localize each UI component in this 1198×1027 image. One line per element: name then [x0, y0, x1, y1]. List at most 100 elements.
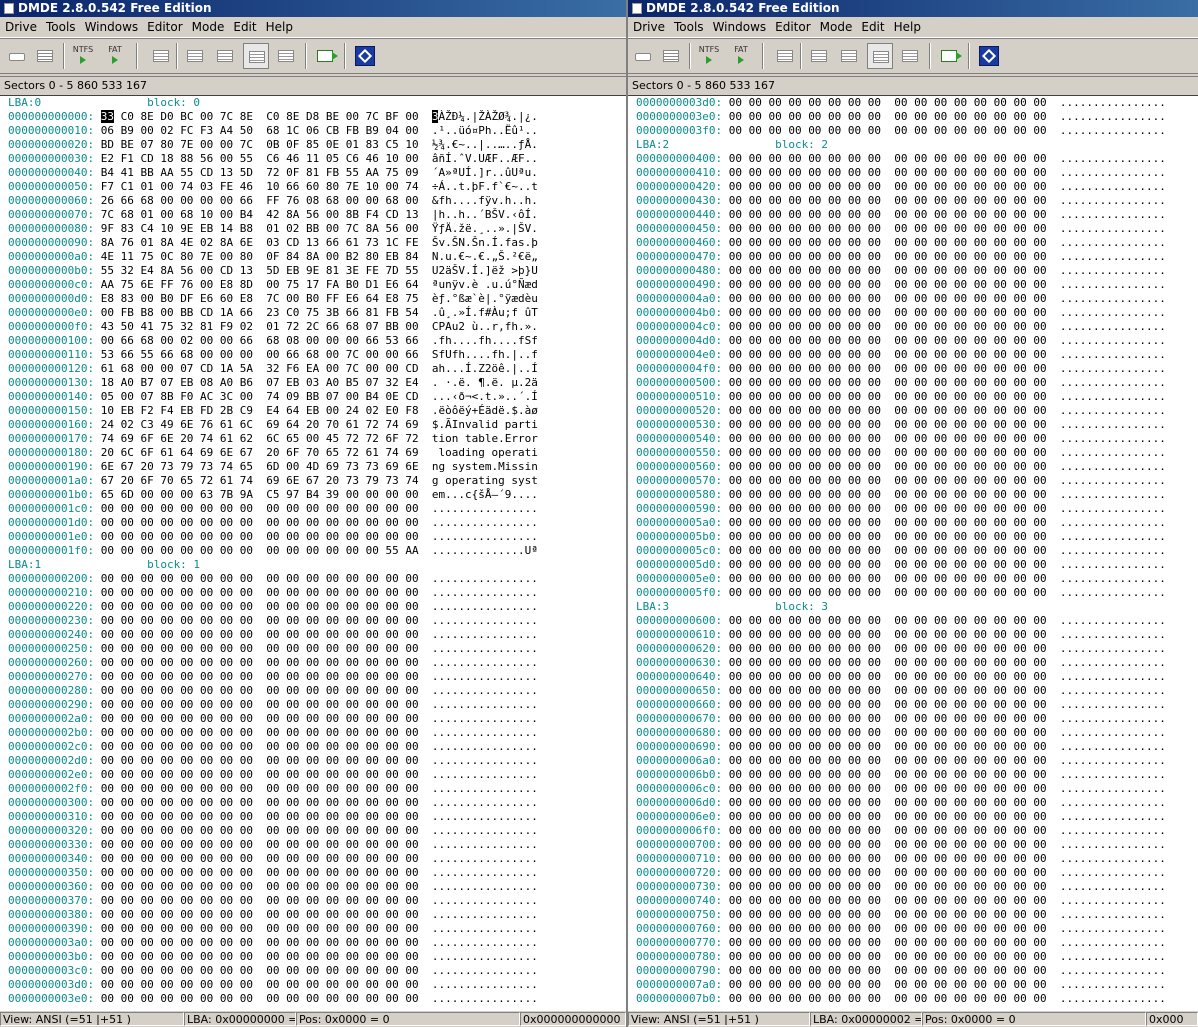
hex-editor-pane[interactable]: LBA:0 block: 0 000000000000: 33 C0 8E D0 …	[0, 95, 626, 1011]
hex-row[interactable]: 0000000004e0: 00 00 00 00 00 00 00 00 00…	[636, 348, 1166, 362]
hex-row[interactable]: 000000000650: 00 00 00 00 00 00 00 00 00…	[636, 684, 1166, 698]
hex-row[interactable]: 0000000002e0: 00 00 00 00 00 00 00 00 00…	[8, 768, 538, 782]
hex-editor-pane[interactable]: 0000000003d0: 00 00 00 00 00 00 00 00 00…	[628, 95, 1198, 1011]
hex-row[interactable]: 0000000003c0: 00 00 00 00 00 00 00 00 00…	[8, 964, 538, 978]
hex-row[interactable]: 000000000400: 00 00 00 00 00 00 00 00 00…	[636, 152, 1166, 166]
hex-row[interactable]: 0000000003a0: 00 00 00 00 00 00 00 00 00…	[8, 936, 538, 950]
hex-row[interactable]: 000000000110: 53 66 55 66 68 00 00 00 00…	[8, 348, 538, 362]
hex-row[interactable]: 0000000007b0: 00 00 00 00 00 00 00 00 00…	[636, 992, 1166, 1006]
hex-row[interactable]: 000000000410: 00 00 00 00 00 00 00 00 00…	[636, 166, 1166, 180]
view-mode-2-button[interactable]	[212, 43, 238, 69]
hex-row[interactable]: 000000000000: 33 C0 8E D0 BC 00 7C 8E C0…	[8, 110, 538, 124]
hex-row[interactable]: 000000000310: 00 00 00 00 00 00 00 00 00…	[8, 810, 538, 824]
view-mode-4-button[interactable]	[897, 43, 923, 69]
title-bar[interactable]: DMDE 2.8.0.542 Free Edition	[0, 0, 626, 17]
sector-header[interactable]: LBA:2 block: 2	[636, 138, 1166, 152]
hex-view-button[interactable]	[243, 43, 269, 69]
hex-row[interactable]: 000000000570: 00 00 00 00 00 00 00 00 00…	[636, 474, 1166, 488]
hex-row[interactable]: 000000000550: 00 00 00 00 00 00 00 00 00…	[636, 446, 1166, 460]
hex-row[interactable]: 000000000750: 00 00 00 00 00 00 00 00 00…	[636, 908, 1166, 922]
view-mode-1-button[interactable]	[182, 43, 208, 69]
hex-row[interactable]: 0000000003d0: 00 00 00 00 00 00 00 00 00…	[8, 978, 538, 992]
hex-row[interactable]: 0000000000a0: 4E 11 75 0C 80 7E 00 80 0F…	[8, 250, 538, 264]
menu-editor[interactable]: Editor	[143, 17, 187, 37]
menu-edit[interactable]: Edit	[857, 17, 888, 37]
hex-row[interactable]: 0000000006a0: 00 00 00 00 00 00 00 00 00…	[636, 754, 1166, 768]
hex-row[interactable]: 000000000470: 00 00 00 00 00 00 00 00 00…	[636, 250, 1166, 264]
hex-row[interactable]: 0000000003e0: 00 00 00 00 00 00 00 00 00…	[636, 110, 1166, 124]
hex-row[interactable]: 0000000002d0: 00 00 00 00 00 00 00 00 00…	[8, 754, 538, 768]
hex-row[interactable]: 000000000220: 00 00 00 00 00 00 00 00 00…	[8, 600, 538, 614]
hex-row[interactable]: 000000000270: 00 00 00 00 00 00 00 00 00…	[8, 670, 538, 684]
hex-row[interactable]: 0000000006c0: 00 00 00 00 00 00 00 00 00…	[636, 782, 1166, 796]
hex-row[interactable]: 0000000001e0: 00 00 00 00 00 00 00 00 00…	[8, 530, 538, 544]
hex-row[interactable]: 0000000000f0: 43 50 41 75 32 81 F9 02 01…	[8, 320, 538, 334]
goto-button[interactable]	[312, 43, 338, 69]
menu-help[interactable]: Help	[890, 17, 925, 37]
hex-row[interactable]: 000000000660: 00 00 00 00 00 00 00 00 00…	[636, 698, 1166, 712]
hex-row[interactable]: 000000000100: 00 66 68 00 02 00 00 66 68…	[8, 334, 538, 348]
hex-row[interactable]: 000000000600: 00 00 00 00 00 00 00 00 00…	[636, 614, 1166, 628]
hex-row[interactable]: 000000000040: B4 41 BB AA 55 CD 13 5D 72…	[8, 166, 538, 180]
about-button[interactable]	[352, 43, 378, 69]
hex-row[interactable]: 000000000740: 00 00 00 00 00 00 00 00 00…	[636, 894, 1166, 908]
hex-row[interactable]: 000000000120: 61 68 00 00 07 CD 1A 5A 32…	[8, 362, 538, 376]
hex-row[interactable]: 000000000450: 00 00 00 00 00 00 00 00 00…	[636, 222, 1166, 236]
hex-row[interactable]: 000000000430: 00 00 00 00 00 00 00 00 00…	[636, 194, 1166, 208]
hex-row[interactable]: 000000000350: 00 00 00 00 00 00 00 00 00…	[8, 866, 538, 880]
hex-row[interactable]: 0000000003e0: 00 00 00 00 00 00 00 00 00…	[8, 992, 538, 1006]
hex-row[interactable]: 000000000200: 00 00 00 00 00 00 00 00 00…	[8, 572, 538, 586]
hex-row[interactable]: 000000000590: 00 00 00 00 00 00 00 00 00…	[636, 502, 1166, 516]
hex-row[interactable]: 000000000560: 00 00 00 00 00 00 00 00 00…	[636, 460, 1166, 474]
hex-row[interactable]: 000000000020: BD BE 07 80 7E 00 00 7C 0B…	[8, 138, 538, 152]
menu-windows[interactable]: Windows	[709, 17, 771, 37]
hex-row[interactable]: 0000000004a0: 00 00 00 00 00 00 00 00 00…	[636, 292, 1166, 306]
hex-row[interactable]: 000000000760: 00 00 00 00 00 00 00 00 00…	[636, 922, 1166, 936]
hex-row[interactable]: 000000000130: 18 A0 B7 07 EB 08 A0 B6 07…	[8, 376, 538, 390]
new-file-button[interactable]	[772, 43, 798, 69]
hex-row[interactable]: 0000000005b0: 00 00 00 00 00 00 00 00 00…	[636, 530, 1166, 544]
hex-row[interactable]: 0000000000d0: E8 83 00 B0 DF E6 60 E8 7C…	[8, 292, 538, 306]
fat-search-button[interactable]: FAT	[100, 43, 130, 69]
hex-row[interactable]: 000000000770: 00 00 00 00 00 00 00 00 00…	[636, 936, 1166, 950]
hex-row[interactable]: 000000000790: 00 00 00 00 00 00 00 00 00…	[636, 964, 1166, 978]
hex-row[interactable]: 0000000004f0: 00 00 00 00 00 00 00 00 00…	[636, 362, 1166, 376]
menu-edit[interactable]: Edit	[229, 17, 260, 37]
hex-row[interactable]: 000000000290: 00 00 00 00 00 00 00 00 00…	[8, 698, 538, 712]
hex-row[interactable]: 000000000280: 00 00 00 00 00 00 00 00 00…	[8, 684, 538, 698]
hex-row[interactable]: 000000000730: 00 00 00 00 00 00 00 00 00…	[636, 880, 1166, 894]
menu-tools[interactable]: Tools	[42, 17, 80, 37]
menu-mode[interactable]: Mode	[188, 17, 229, 37]
new-file-button[interactable]	[148, 43, 174, 69]
hex-row[interactable]: 0000000003f0: 00 00 00 00 00 00 00 00 00…	[636, 124, 1166, 138]
hex-row[interactable]: 000000000520: 00 00 00 00 00 00 00 00 00…	[636, 404, 1166, 418]
hex-row[interactable]: 000000000530: 00 00 00 00 00 00 00 00 00…	[636, 418, 1166, 432]
hex-row[interactable]: 0000000000c0: AA 75 6E FF 76 00 E8 8D 00…	[8, 278, 538, 292]
hex-row[interactable]: 0000000002b0: 00 00 00 00 00 00 00 00 00…	[8, 726, 538, 740]
hex-row[interactable]: 0000000005d0: 00 00 00 00 00 00 00 00 00…	[636, 558, 1166, 572]
hex-row[interactable]: 0000000005f0: 00 00 00 00 00 00 00 00 00…	[636, 586, 1166, 600]
hex-row[interactable]: 000000000070: 7C 68 01 00 68 10 00 B4 42…	[8, 208, 538, 222]
ntfs-search-button[interactable]: NTFS	[694, 43, 724, 69]
hex-view-button[interactable]	[867, 43, 893, 69]
hex-row[interactable]: 000000000500: 00 00 00 00 00 00 00 00 00…	[636, 376, 1166, 390]
hex-row[interactable]: 0000000000e0: 00 FB B8 00 BB CD 1A 66 23…	[8, 306, 538, 320]
open-drive-button[interactable]	[4, 43, 30, 69]
title-bar[interactable]: DMDE 2.8.0.542 Free Edition	[628, 0, 1198, 17]
hex-row[interactable]: 000000000050: F7 C1 01 00 74 03 FE 46 10…	[8, 180, 538, 194]
hex-row[interactable]: 000000000490: 00 00 00 00 00 00 00 00 00…	[636, 278, 1166, 292]
hex-row[interactable]: 000000000010: 06 B9 00 02 FC F3 A4 50 68…	[8, 124, 538, 138]
hex-row[interactable]: 000000000230: 00 00 00 00 00 00 00 00 00…	[8, 614, 538, 628]
hex-row[interactable]: 000000000150: 10 EB F2 F4 EB FD 2B C9 E4…	[8, 404, 538, 418]
hex-row[interactable]: 000000000180: 20 6C 6F 61 64 69 6E 67 20…	[8, 446, 538, 460]
hex-row[interactable]: 0000000001d0: 00 00 00 00 00 00 00 00 00…	[8, 516, 538, 530]
hex-row[interactable]: 0000000005e0: 00 00 00 00 00 00 00 00 00…	[636, 572, 1166, 586]
view-mode-1-button[interactable]	[806, 43, 832, 69]
hex-row[interactable]: 000000000320: 00 00 00 00 00 00 00 00 00…	[8, 824, 538, 838]
about-button[interactable]	[976, 43, 1002, 69]
hex-row[interactable]: 0000000006e0: 00 00 00 00 00 00 00 00 00…	[636, 810, 1166, 824]
hex-row[interactable]: 0000000003b0: 00 00 00 00 00 00 00 00 00…	[8, 950, 538, 964]
hex-row[interactable]: 000000000780: 00 00 00 00 00 00 00 00 00…	[636, 950, 1166, 964]
hex-row[interactable]: 000000000060: 26 66 68 00 00 00 00 66 FF…	[8, 194, 538, 208]
hex-row[interactable]: 0000000006b0: 00 00 00 00 00 00 00 00 00…	[636, 768, 1166, 782]
